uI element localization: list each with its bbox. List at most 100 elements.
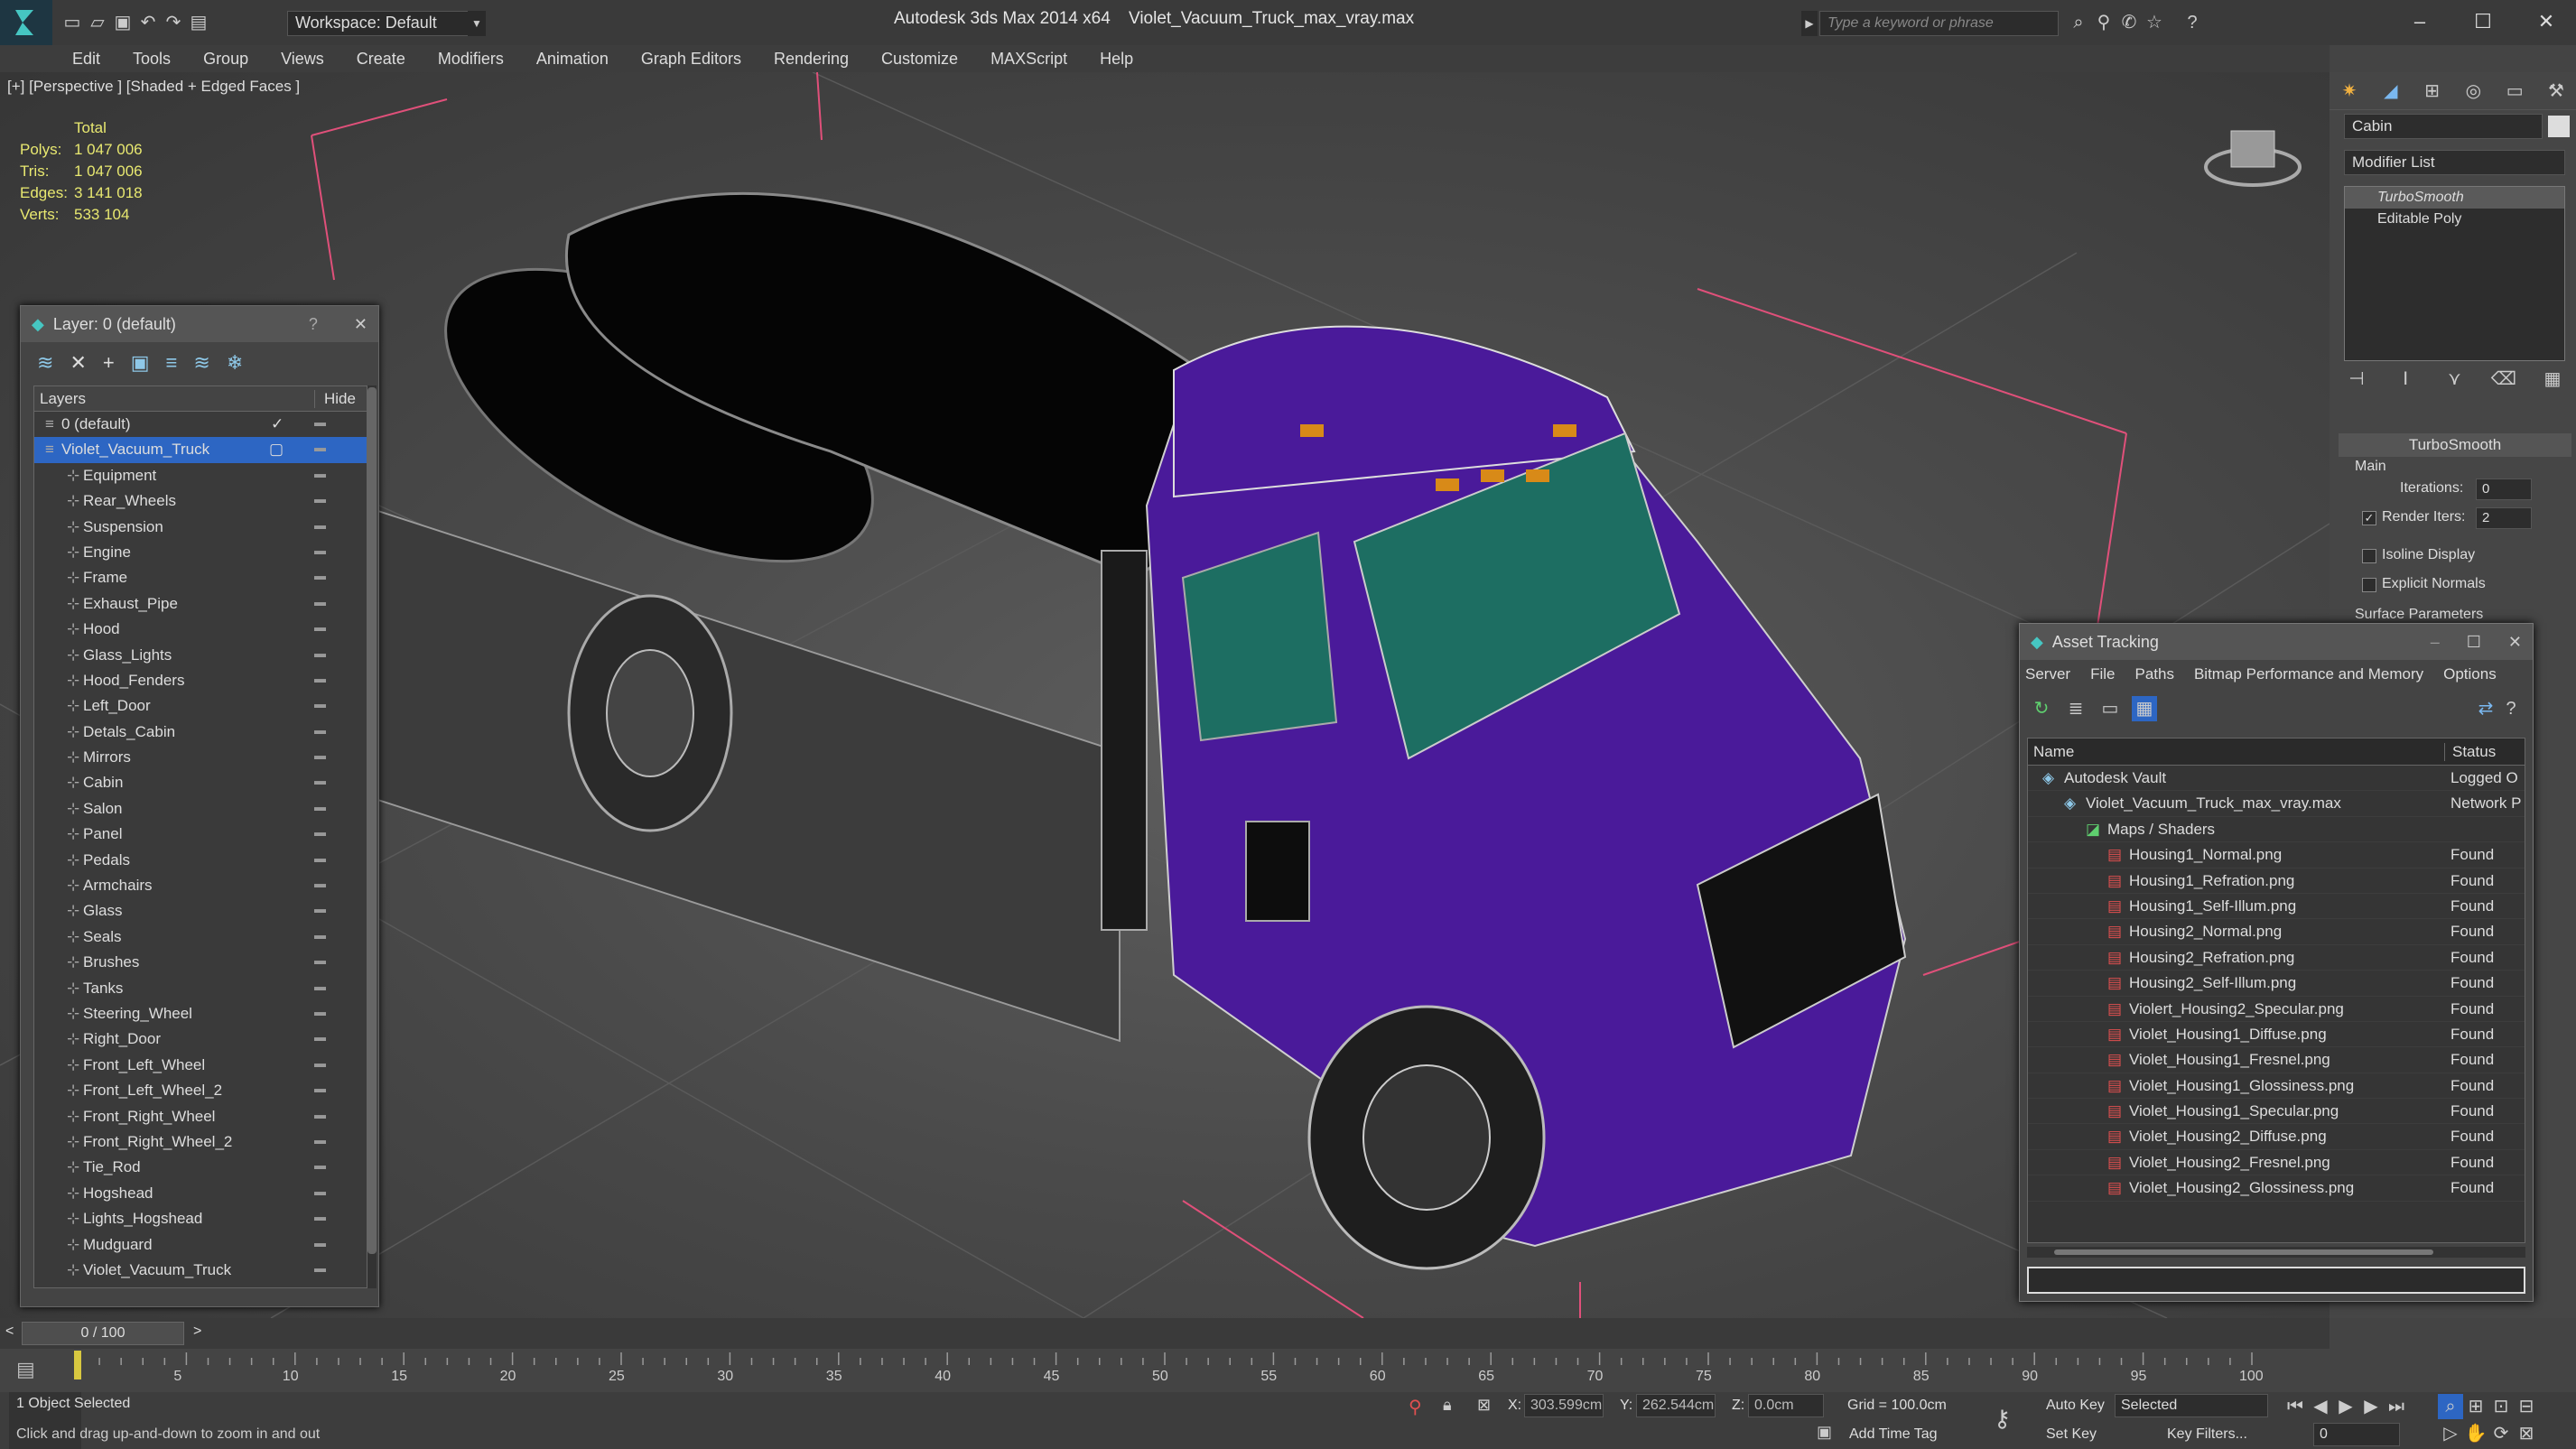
delete-layer-icon[interactable]: ✕ xyxy=(70,351,86,375)
col-layers[interactable]: Layers xyxy=(34,390,86,408)
zoom-icon[interactable]: ⌕ xyxy=(2438,1394,2463,1419)
hide-toggle-icon[interactable]: ▬ xyxy=(314,1261,326,1275)
modifier-list-dropdown[interactable]: Modifier List xyxy=(2344,150,2565,175)
hide-toggle-icon[interactable]: ▬ xyxy=(314,902,326,915)
asset-row[interactable]: ▤ Violet_Housing1_Fresnel.png Found xyxy=(2028,1047,2525,1073)
minimize-button[interactable]: – xyxy=(2397,5,2442,38)
freeze-all-icon[interactable]: ❄ xyxy=(227,351,243,375)
menu-customize[interactable]: Customize xyxy=(865,45,974,72)
layer-dialog-titlebar[interactable]: ◆ Layer: 0 (default) ? ✕ xyxy=(21,306,378,342)
display-tab-icon[interactable]: ▭ xyxy=(2502,79,2527,104)
menu-modifiers[interactable]: Modifiers xyxy=(422,45,520,72)
favorites-star-icon[interactable]: ☆ xyxy=(2142,10,2167,35)
asset-help-icon[interactable]: ? xyxy=(2498,696,2524,721)
hide-toggle-icon[interactable]: ▬ xyxy=(314,1236,326,1249)
maximize-button[interactable]: ☐ xyxy=(2460,5,2506,38)
layer-row[interactable]: ⊹ Front_Left_Wheel ▬ xyxy=(34,1053,367,1078)
col-name[interactable]: Name xyxy=(2028,742,2445,761)
z-coord-field[interactable]: 0.0cm xyxy=(1748,1394,1824,1417)
asset-menu-paths[interactable]: Paths xyxy=(2134,665,2173,683)
render-iters-checkbox[interactable]: ✓ xyxy=(2362,511,2376,525)
current-layer-check-icon[interactable]: ✓ xyxy=(271,415,284,433)
current-time-marker[interactable] xyxy=(74,1351,81,1379)
hide-toggle-icon[interactable]: ▬ xyxy=(314,569,326,582)
asset-row[interactable]: ◈ Violet_Vacuum_Truck_max_vray.max Network… xyxy=(2028,791,2525,817)
hide-toggle-icon[interactable]: ▬ xyxy=(314,723,326,737)
zoom-extents-icon[interactable]: ⊡ xyxy=(2488,1394,2514,1419)
create-layer-icon[interactable]: ≋ xyxy=(37,351,53,375)
play-icon[interactable]: ▶ xyxy=(2333,1394,2358,1419)
layer-row[interactable]: ⊹ Glass ▬ xyxy=(34,898,367,924)
object-name-field[interactable]: Cabin xyxy=(2344,114,2543,139)
isoline-checkbox[interactable] xyxy=(2362,549,2376,563)
hide-toggle-icon[interactable]: ▬ xyxy=(314,1030,326,1044)
asset-row[interactable]: ▤ Housing2_Self-Illum.png Found xyxy=(2028,971,2525,997)
asset-row[interactable]: ▤ Violet_Housing1_Specular.png Found xyxy=(2028,1099,2525,1125)
layer-row[interactable]: ⊹ Front_Right_Wheel_2 ▬ xyxy=(34,1129,367,1155)
close-icon[interactable]: ✕ xyxy=(2508,633,2522,652)
show-end-result-icon[interactable]: Ⅰ xyxy=(2393,367,2418,392)
hide-toggle-icon[interactable]: ▬ xyxy=(314,492,326,506)
layer-row[interactable]: ⊹ Steering_Wheel ▬ xyxy=(34,1001,367,1026)
chevron-down-icon[interactable]: ▼ xyxy=(468,11,486,36)
layer-row[interactable]: ⊹ Mirrors ▬ xyxy=(34,745,367,770)
layer-row[interactable]: ⊹ Left_Door ▬ xyxy=(34,693,367,719)
hide-toggle-icon[interactable]: ▬ xyxy=(314,980,326,993)
layer-row[interactable]: ⊹ Salon ▬ xyxy=(34,796,367,822)
stack-item-turbosmooth[interactable]: TurboSmooth xyxy=(2345,187,2564,209)
utilities-tab-icon[interactable]: ⚒ xyxy=(2543,79,2569,104)
minimize-icon[interactable]: – xyxy=(2431,633,2440,652)
asset-row[interactable]: ▤ Housing2_Refration.png Found xyxy=(2028,945,2525,971)
layer-row[interactable]: ⊹ Brushes ▬ xyxy=(34,950,367,975)
time-tag-icon[interactable]: ▣ xyxy=(1817,1423,1832,1442)
auto-key-button[interactable]: Auto Key xyxy=(2046,1398,2105,1414)
add-time-tag[interactable]: Add Time Tag xyxy=(1849,1426,1938,1443)
hide-toggle-icon[interactable]: ▬ xyxy=(314,595,326,608)
asset-menu-file[interactable]: File xyxy=(2090,665,2115,683)
asset-row[interactable]: ◈ Autodesk Vault Logged O xyxy=(2028,766,2525,792)
explicit-normals-checkbox[interactable] xyxy=(2362,578,2376,592)
layer-row[interactable]: ⊹ Pedals ▬ xyxy=(34,848,367,873)
asset-hscrollbar[interactable] xyxy=(2027,1247,2525,1258)
hide-toggle-icon[interactable]: ▬ xyxy=(314,1184,326,1198)
asset-row[interactable]: ▤ Violet_Housing2_Glossiness.png Found xyxy=(2028,1175,2525,1202)
layer-row[interactable]: ≡ 0 (default) ▬ ✓ xyxy=(34,412,367,437)
subscription-icon[interactable]: ⚲ xyxy=(2091,10,2116,35)
layer-row[interactable]: ⊹ Hogshead ▬ xyxy=(34,1181,367,1206)
menu-views[interactable]: Views xyxy=(265,45,340,72)
iterations-spinner[interactable]: 0 xyxy=(2476,478,2532,500)
layer-row[interactable]: ⊹ Tanks ▬ xyxy=(34,976,367,1001)
layer-row[interactable]: ⊹ Detals_Cabin ▬ xyxy=(34,720,367,745)
menu-maxscript[interactable]: MAXScript xyxy=(974,45,1083,72)
layer-row[interactable]: ⊹ Front_Left_Wheel_2 ▬ xyxy=(34,1078,367,1103)
asset-row[interactable]: ◪ Maps / Shaders xyxy=(2028,817,2525,843)
layer-row[interactable]: ⊹ Exhaust_Pipe ▬ xyxy=(34,591,367,617)
asset-row[interactable]: ▤ Housing2_Normal.png Found xyxy=(2028,919,2525,945)
layer-row[interactable]: ⊹ Mudguard ▬ xyxy=(34,1232,367,1258)
highlight-layer-icon[interactable]: ≡ xyxy=(166,351,178,375)
menu-create[interactable]: Create xyxy=(340,45,422,72)
save-icon[interactable]: ▣ xyxy=(110,10,135,35)
y-coord-field[interactable]: 262.544cm xyxy=(1636,1394,1716,1417)
menu-group[interactable]: Group xyxy=(187,45,265,72)
menu-tools[interactable]: Tools xyxy=(116,45,187,72)
hide-toggle-icon[interactable]: ▬ xyxy=(314,1210,326,1223)
layer-row[interactable]: ⊹ Hood ▬ xyxy=(34,617,367,642)
binoculars-icon[interactable]: ⌕ xyxy=(2066,10,2091,35)
layer-scrollbar[interactable] xyxy=(367,385,377,1288)
layer-row[interactable]: ⊹ Cabin ▬ xyxy=(34,770,367,795)
hide-toggle-icon[interactable]: ▬ xyxy=(314,543,326,557)
undo-icon[interactable]: ↶ xyxy=(135,10,161,35)
make-current-icon[interactable]: ▢ xyxy=(269,441,284,459)
layer-row[interactable]: ⊹ Frame ▬ xyxy=(34,565,367,590)
hide-toggle-icon[interactable]: ▬ xyxy=(314,748,326,762)
layer-row[interactable]: ⊹ Seals ▬ xyxy=(34,924,367,950)
help-icon[interactable]: ? xyxy=(2180,10,2205,35)
communication-icon[interactable]: ✆ xyxy=(2116,10,2142,35)
hide-toggle-icon[interactable]: ▬ xyxy=(314,851,326,865)
search-expand-icon[interactable]: ▶ xyxy=(1801,11,1818,36)
make-unique-icon[interactable]: ⋎ xyxy=(2442,367,2468,392)
zoom-all-icon[interactable]: ⊞ xyxy=(2463,1394,2488,1419)
layer-row[interactable]: ⊹ Armchairs ▬ xyxy=(34,873,367,898)
layer-row[interactable]: ⊹ Front_Right_Wheel ▬ xyxy=(34,1104,367,1129)
